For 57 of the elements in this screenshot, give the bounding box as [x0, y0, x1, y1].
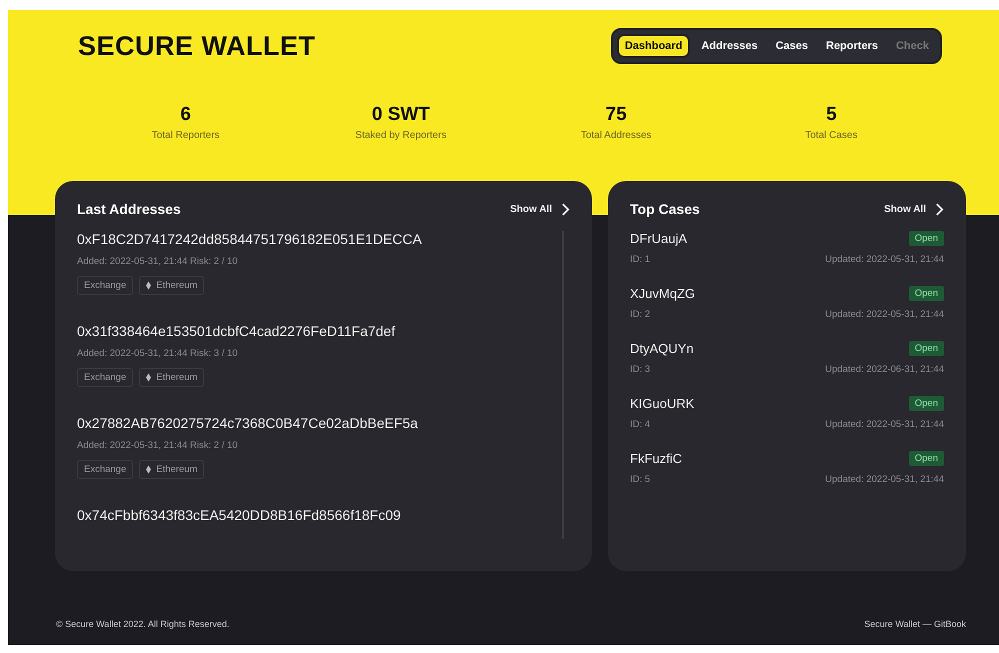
address-text[interactable]: 0x74cFbbf6343f83cEA5420DD8B16Fd8566f18Fc09 [77, 507, 570, 523]
case-name[interactable]: DtyAQUYn [630, 341, 826, 356]
case-id: ID: 5 [630, 474, 652, 485]
card-title: Top Cases [630, 201, 700, 217]
address-text[interactable]: 0xF18C2D7417242dd85844751796182E051E1DECCA [77, 231, 570, 247]
tag: Exchange [77, 460, 134, 479]
nav-tab[interactable]: Addresses [694, 34, 765, 58]
copyright-text: © Secure Wallet 2022. All Rights Reserved. [56, 619, 230, 629]
case-name[interactable]: XJuvMqZG [630, 286, 826, 301]
show-all-link[interactable]: Show All [884, 202, 944, 216]
nav-tab[interactable]: Dashboard [616, 34, 690, 58]
nav-tab[interactable]: Reporters [819, 34, 885, 58]
address-meta: Added: 2022-05-31, 21:44 Risk: 3 / 10 [77, 348, 239, 359]
show-all-link[interactable]: Show All [510, 202, 570, 216]
stat-value: 5 [826, 104, 837, 126]
stat-label: Total Addresses [580, 130, 652, 141]
diamond-icon [146, 281, 152, 290]
brand-title: SECURE WALLET [78, 30, 316, 62]
tag: Ethereum [139, 460, 204, 479]
stat-label: Total Cases [805, 130, 858, 141]
case-name[interactable]: KIGuoURK [630, 396, 826, 411]
address-meta: Added: 2022-05-31, 21:44 Risk: 2 / 10 [77, 440, 239, 451]
status-badge: Open [908, 396, 944, 411]
stat-value: 0 SWT [372, 104, 430, 126]
chevron-right-icon [935, 202, 944, 216]
status-badge: Open [908, 451, 944, 466]
stat-label: Total Reporters [152, 130, 220, 141]
diamond-icon [146, 465, 152, 474]
stat-label: Staked by Reporters [355, 130, 446, 141]
case-id: ID: 4 [630, 419, 652, 430]
tag: Exchange [77, 368, 134, 387]
diamond-icon [146, 373, 152, 382]
status-badge: Open [908, 286, 944, 301]
address-text[interactable]: 0x27882AB7620275724c7368C0B47Ce02aDbBeEF5a [77, 415, 570, 431]
tag: Ethereum [139, 276, 204, 295]
tag: Ethereum [139, 368, 204, 387]
updated-time: Updated: 2022-05-31, 21:44 [825, 254, 944, 265]
updated-time: Updated: 2022-05-31, 21:44 [825, 419, 944, 430]
address-text[interactable]: 0x31f338464e153501dcbfC4cad2276FeD11Fa7def [77, 323, 570, 339]
gitbook-link[interactable]: Secure Wallet — GitBook [864, 619, 966, 629]
case-id: ID: 1 [630, 254, 652, 265]
status-badge: Open [908, 231, 944, 246]
tag: Exchange [77, 276, 134, 295]
case-id: ID: 3 [630, 364, 652, 375]
case-id: ID: 2 [630, 309, 652, 320]
case-name[interactable]: DFrUaujA [630, 231, 826, 246]
card-title: Last Addresses [77, 201, 181, 217]
stat-value: 75 [606, 104, 627, 126]
stat-value: 6 [180, 104, 191, 126]
updated-time: Updated: 2022-05-31, 21:44 [825, 474, 944, 485]
nav-tab[interactable]: Cases [768, 34, 815, 58]
updated-time: Updated: 2022-06-31, 21:44 [825, 364, 944, 375]
address-meta: Added: 2022-05-31, 21:44 Risk: 2 / 10 [77, 256, 239, 267]
chevron-right-icon [561, 202, 570, 216]
status-badge: Open [908, 341, 944, 356]
case-name[interactable]: FkFuzfiC [630, 451, 826, 466]
updated-time: Updated: 2022-05-31, 21:44 [825, 309, 944, 320]
